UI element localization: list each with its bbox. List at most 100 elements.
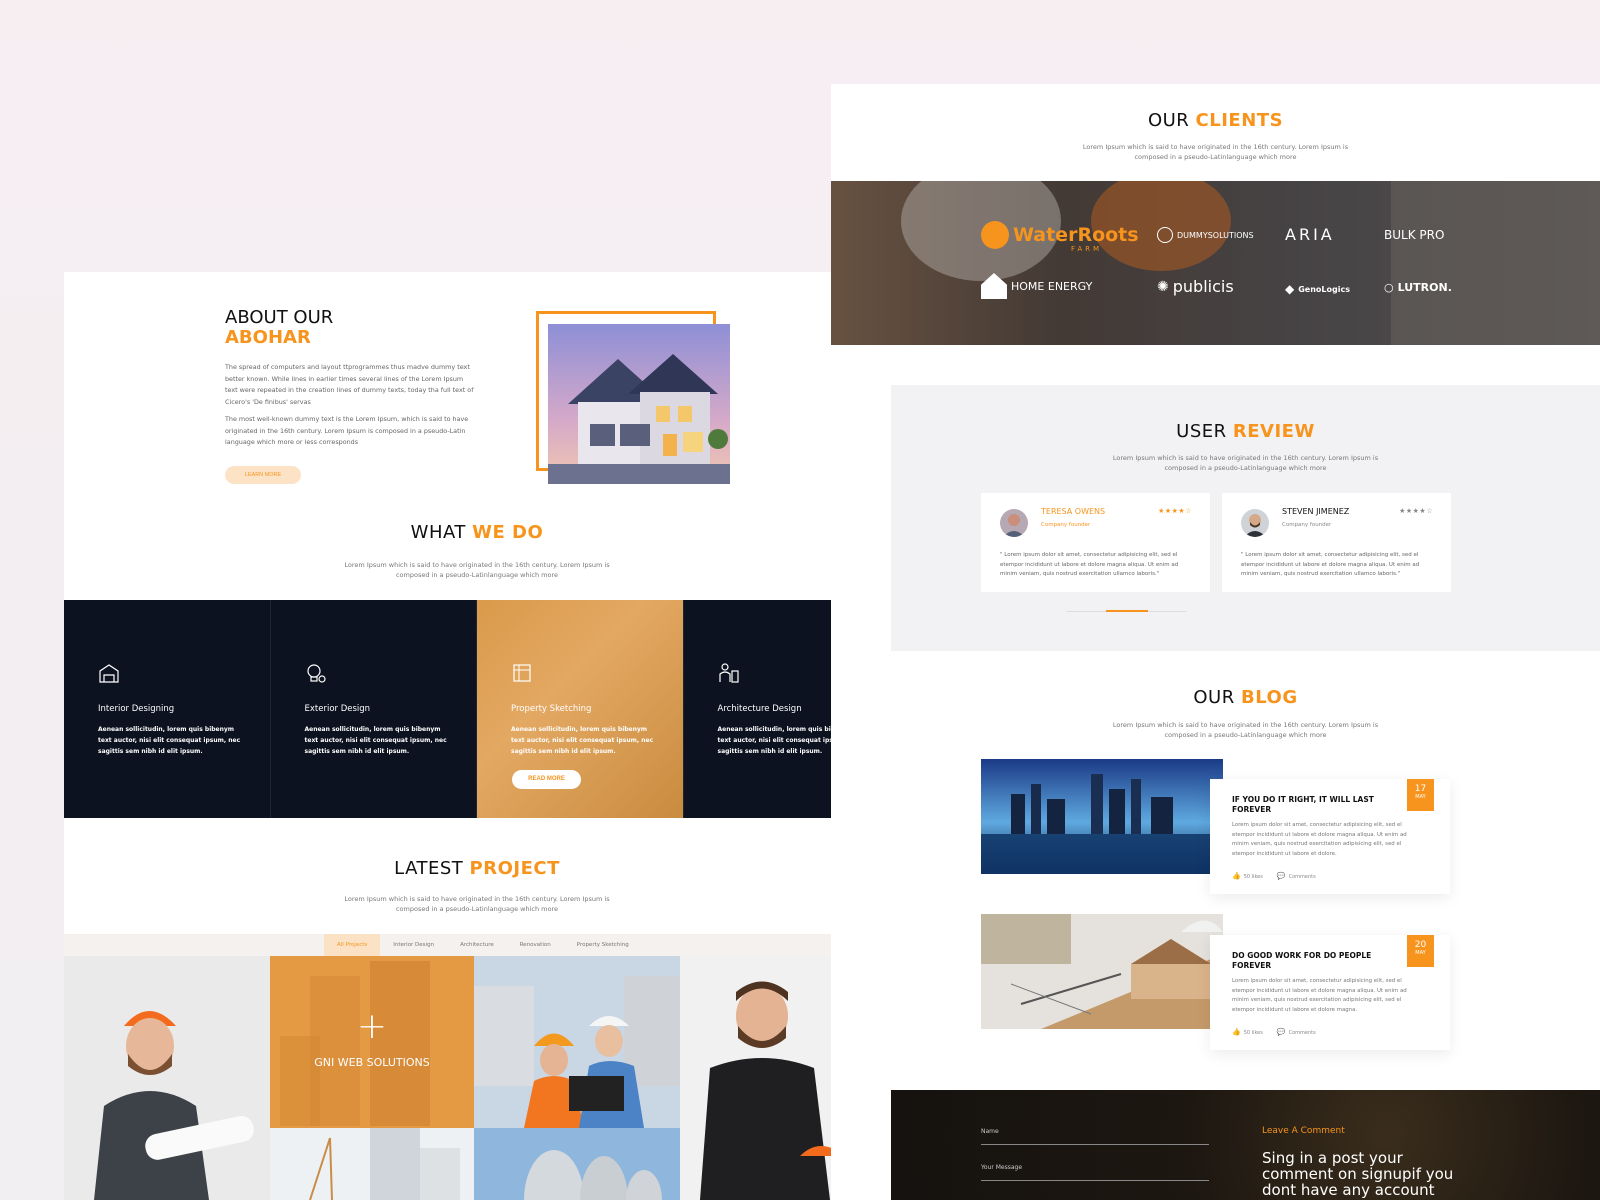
house-icon	[981, 273, 1007, 299]
what-we-do-subtitle: Lorem Ipsum which is said to have origin…	[64, 560, 890, 580]
star-rating: ★★★★☆	[1399, 507, 1433, 515]
comment-icon: 💬	[1276, 1028, 1286, 1036]
message-input[interactable]	[981, 1180, 1209, 1181]
bulb-icon	[306, 664, 326, 683]
logo-text: DUMMYSOLUTIONS	[1177, 230, 1254, 240]
leave-comment-section: Name Your Message Leave A Comment Sing i…	[891, 1090, 1600, 1200]
blog-post-title[interactable]: IF YOU DO IT RIGHT, IT WILL LAST FOREVER	[1232, 795, 1402, 815]
name-input[interactable]	[981, 1144, 1209, 1145]
date-month: MAY	[1415, 950, 1426, 956]
client-logo-dummysolutions[interactable]: DUMMYSOLUTIONS	[1157, 227, 1254, 243]
project-grid: + GNI WEB SOLUTIONS	[64, 956, 890, 1200]
plus-icon[interactable]: +	[270, 1006, 474, 1047]
learn-more-button[interactable]: LEARN MORE	[225, 466, 301, 484]
house-image	[548, 324, 730, 484]
project-building-overlay[interactable]: + GNI WEB SOLUTIONS	[270, 956, 474, 1128]
name-field-label: Name	[981, 1128, 999, 1135]
tab-all-projects[interactable]: All Projects	[324, 934, 381, 956]
right-page-panel: OUR CLIENTS Lorem Ipsum which is said to…	[831, 84, 1600, 1200]
client-logo-aria[interactable]: ARIA	[1285, 225, 1335, 244]
what-we-do-title-b: WE DO	[472, 522, 544, 543]
subtitle-line1: Lorem Ipsum which is said to have origin…	[344, 895, 610, 903]
logo-text: GenoLogics	[1298, 284, 1350, 294]
date-day: 20	[1414, 940, 1427, 950]
tab-property-sketching[interactable]: Property Sketching	[564, 934, 642, 956]
service-card-exterior[interactable]: Exterior Design Aenean sollicitudin, lor…	[270, 600, 477, 818]
avatar	[1000, 509, 1028, 537]
project-worker-image[interactable]	[64, 956, 270, 1200]
burst-icon: ✺	[1157, 278, 1169, 295]
subtitle-line2: composed in a pseudo-Latinlanguage which…	[395, 905, 559, 913]
blog-title-b: BLOG	[1240, 687, 1298, 708]
project-tower-image[interactable]	[270, 1128, 474, 1200]
blog-post-card[interactable]: DO GOOD WORK FOR DO PEOPLE FOREVER Lorem…	[1210, 935, 1450, 1050]
blog-image-city[interactable]	[981, 759, 1223, 874]
review-card: STEVEN JIMENEZ Company founder ★★★★☆ " L…	[1222, 493, 1451, 592]
reviewer-role: Company founder	[1282, 522, 1332, 528]
message-field-label: Your Message	[981, 1164, 1023, 1171]
date-badge: 17 MAY	[1407, 779, 1434, 811]
latest-title-a: LATEST	[394, 858, 470, 879]
clients-title-a: OUR	[1147, 110, 1196, 131]
thumbs-up-icon: 👍	[1232, 1028, 1241, 1036]
client-logo-home-energy[interactable]: HOME ENERGY	[981, 273, 1092, 299]
likes-link[interactable]: 👍 50 likes	[1232, 872, 1263, 880]
project-filter-tabs: All Projects Interior Design Architectur…	[324, 934, 642, 956]
service-card-sketching[interactable]: Property Sketching Aenean sollicitudin, …	[477, 600, 684, 818]
subtitle-line1: Lorem Ipsum which is said to have origin…	[1082, 143, 1349, 151]
about-paragraph-1: The spread of computers and layout ttpro…	[225, 363, 474, 406]
overlay-label: GNI WEB SOLUTIONS	[314, 1056, 430, 1069]
date-month: MAY	[1415, 794, 1426, 800]
service-desc: Aenean sollicitudin, lorem quis bibenym …	[511, 726, 654, 755]
our-clients-title: OUR CLIENTS	[831, 110, 1600, 131]
geno-icon: ◆	[1285, 282, 1295, 296]
project-skyscraper-image[interactable]	[474, 1128, 680, 1200]
project-engineers-image[interactable]	[474, 956, 680, 1128]
subtitle-line1: Lorem Ipsum which is said to have origin…	[1112, 454, 1379, 462]
service-card-interior[interactable]: Interior Designing Aenean sollicitudin, …	[64, 600, 271, 818]
comments-label: Comments	[1288, 874, 1316, 880]
client-logo-lutron[interactable]: ○ LUTRON.	[1384, 281, 1452, 294]
leave-comment-title: Leave A Comment	[1262, 1126, 1345, 1136]
tab-renovation[interactable]: Renovation	[507, 934, 564, 956]
likes-link[interactable]: 👍 50 likes	[1232, 1028, 1263, 1036]
comments-link[interactable]: 💬 Comments	[1277, 872, 1316, 880]
ring-icon: ○	[1384, 281, 1394, 294]
blog-post-card[interactable]: IF YOU DO IT RIGHT, IT WILL LAST FOREVER…	[1210, 779, 1450, 894]
review-card: TERESA OWENS Company founder ★★★★☆ " Lor…	[981, 493, 1210, 592]
latest-project-subtitle: Lorem Ipsum which is said to have origin…	[64, 894, 890, 914]
tab-interior-design[interactable]: Interior Design	[380, 934, 447, 956]
client-logo-waterroots[interactable]: WaterRoots	[981, 221, 1139, 249]
logo-text: publicis	[1172, 277, 1234, 296]
subtitle-line1: Lorem Ipsum which is said to have origin…	[1112, 721, 1379, 729]
review-title-a: USER	[1176, 421, 1233, 442]
blog-post-title[interactable]: DO GOOD WORK FOR DO PEOPLE FOREVER	[1232, 951, 1402, 971]
clients-title-b: CLIENTS	[1195, 110, 1284, 131]
tab-architecture[interactable]: Architecture	[447, 934, 507, 956]
review-text: " Lorem ipsum dolor sit amet, consectetu…	[1241, 552, 1420, 577]
comment-icon: 💬	[1276, 872, 1286, 880]
client-logo-publicis[interactable]: ✺ publicis	[1157, 277, 1234, 296]
service-title: Architecture Design	[717, 704, 802, 714]
client-logo-genologics[interactable]: ◆ GenoLogics	[1285, 282, 1350, 296]
about-paragraph-2: The most well-known dummy text is the Lo…	[225, 415, 469, 446]
user-review-title: USER REVIEW	[891, 421, 1600, 442]
blog-image-blueprint[interactable]	[981, 914, 1223, 1029]
about-title-line2: ABOHAR	[225, 327, 311, 348]
date-badge: 20 MAY	[1407, 935, 1434, 967]
client-logo-bulkpro[interactable]: BULK PRO	[1384, 228, 1444, 242]
read-more-button[interactable]: READ MORE	[512, 770, 581, 789]
service-title: Interior Designing	[98, 704, 175, 714]
user-review-subtitle: Lorem Ipsum which is said to have origin…	[891, 453, 1600, 473]
latest-title-b: PROJECT	[469, 858, 560, 879]
clients-logo-band: WaterRoots FARM DUMMYSOLUTIONS ARIA BULK…	[831, 181, 1600, 345]
subtitle-line1: Lorem Ipsum which is said to have origin…	[344, 561, 610, 569]
service-desc: Aenean sollicitudin, lorem quis bibenym …	[304, 726, 447, 755]
date-day: 17	[1414, 784, 1427, 794]
reviewer-name: STEVEN JIMENEZ	[1282, 507, 1350, 516]
leave-comment-text: Sing in a post your comment on signupif …	[1262, 1149, 1454, 1199]
comments-link[interactable]: 💬 Comments	[1277, 1028, 1316, 1036]
about-title-line1: ABOUT OUR	[225, 307, 334, 328]
reviewer-role: Company founder	[1041, 522, 1091, 528]
review-slider-thumb[interactable]	[1106, 610, 1148, 612]
